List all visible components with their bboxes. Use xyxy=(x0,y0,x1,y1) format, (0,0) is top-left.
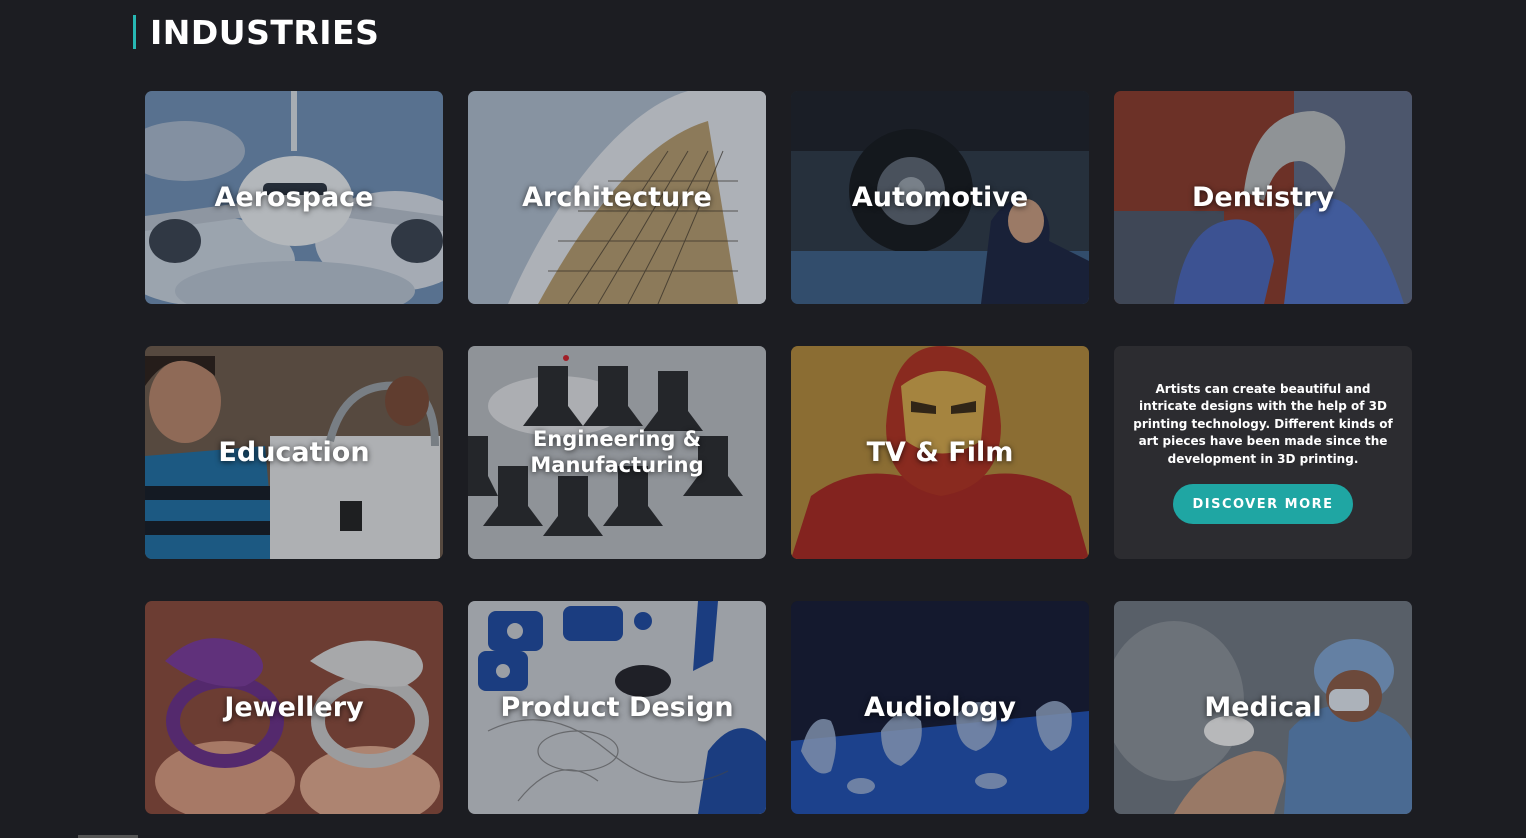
card-label: Engineering & Manufacturing xyxy=(530,427,704,477)
card-label: Dentistry xyxy=(1191,182,1334,213)
info-description: Artists can create beautiful and intrica… xyxy=(1133,381,1393,466)
industry-card-architecture[interactable]: Architecture xyxy=(468,91,766,304)
card-label: Education xyxy=(218,437,370,468)
card-label: TV & Film xyxy=(866,437,1014,468)
card-label: Aerospace xyxy=(214,182,374,213)
industry-card-jewellery[interactable]: Jewellery xyxy=(145,601,443,814)
industry-card-audiology[interactable]: Audiology xyxy=(791,601,1089,814)
industry-card-engineering-manufacturing[interactable]: Engineering & Manufacturing xyxy=(468,346,766,559)
industry-card-tv-film[interactable]: TV & Film xyxy=(791,346,1089,559)
discover-more-button[interactable]: DISCOVER MORE xyxy=(1173,484,1353,525)
industry-card-product-design[interactable]: Product Design xyxy=(468,601,766,814)
card-label: Architecture xyxy=(522,182,712,213)
page-title: INDUSTRIES xyxy=(150,12,380,52)
section-heading: INDUSTRIES xyxy=(133,12,380,52)
industry-card-education[interactable]: Education xyxy=(145,346,443,559)
industry-card-automotive[interactable]: Automotive xyxy=(791,91,1089,304)
info-card: Artists can create beautiful and intrica… xyxy=(1114,346,1412,559)
card-label: Jewellery xyxy=(224,692,364,723)
industry-card-aerospace[interactable]: Aerospace xyxy=(145,91,443,304)
card-label: Product Design xyxy=(500,692,734,723)
card-label: Automotive xyxy=(851,182,1029,213)
card-label: Medical xyxy=(1204,692,1322,723)
card-label: Audiology xyxy=(864,692,1016,723)
industry-card-dentistry[interactable]: Dentistry xyxy=(1114,91,1412,304)
industries-grid: Aerospace Architecture Automotive Dentis… xyxy=(145,91,1412,814)
heading-accent-bar xyxy=(133,15,136,49)
industry-card-medical[interactable]: Medical xyxy=(1114,601,1412,814)
